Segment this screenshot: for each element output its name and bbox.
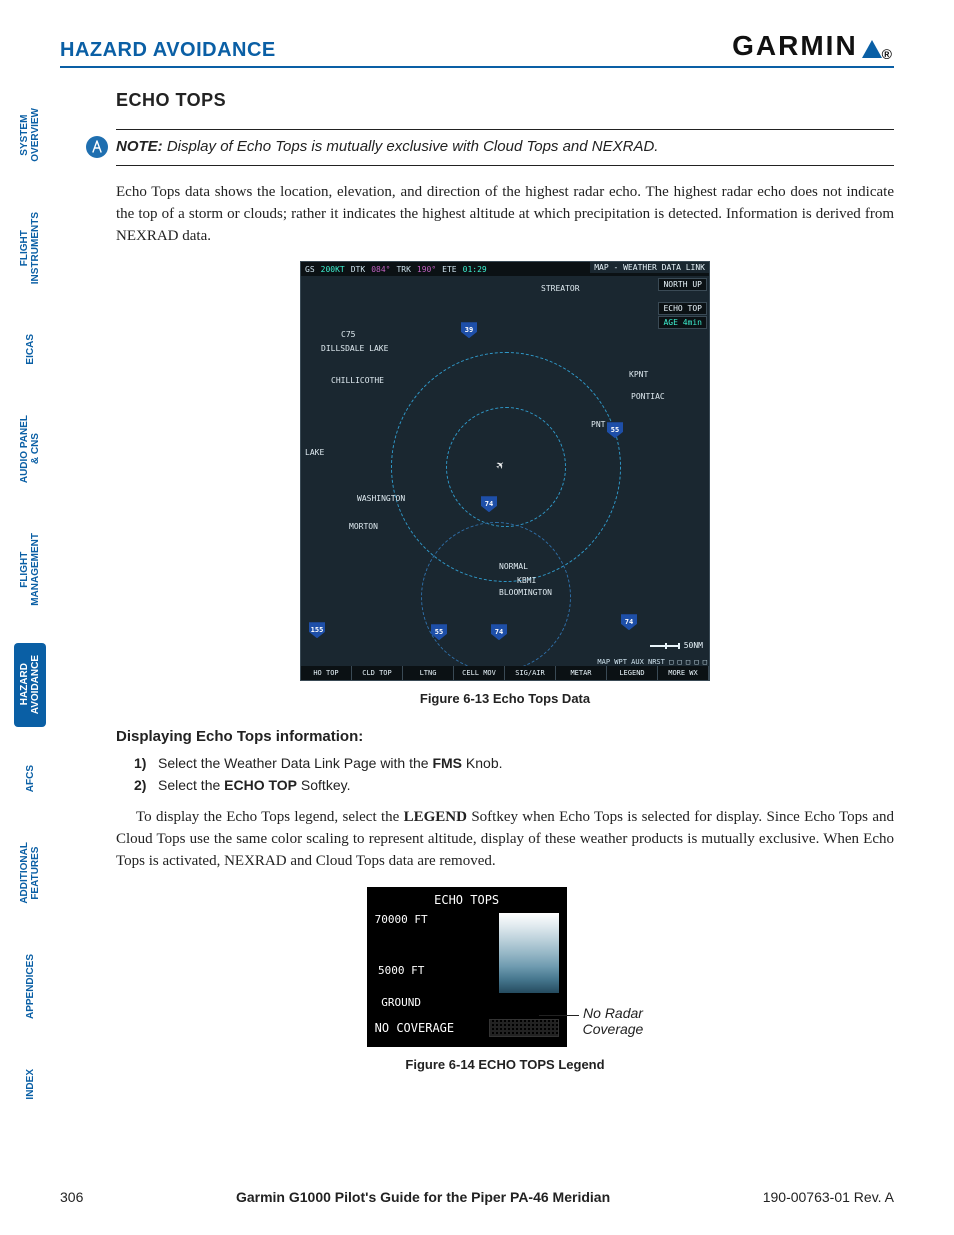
note-icon: [86, 136, 108, 158]
legend-top: 70000 FT: [375, 913, 428, 926]
figure-echo-tops-legend: ECHO TOPS 70000 FT 5000 FT GROUND NO COV…: [116, 887, 894, 1072]
figure-6-13-caption: Figure 6-13 Echo Tops Data: [116, 691, 894, 706]
softkey-row: HO TOP CLD TOP LTNG CELL MOV SIG/AIR MET…: [301, 666, 709, 680]
step-1: 1)Select the Weather Data Link Page with…: [134, 755, 894, 771]
tab-index[interactable]: INDEX: [14, 1057, 46, 1112]
tab-additional-features[interactable]: ADDITIONAL FEATURES: [14, 830, 46, 916]
city-morton: MORTON: [349, 522, 378, 531]
section-title: HAZARD AVOIDANCE: [60, 39, 276, 62]
tab-audio-panel-cns[interactable]: AUDIO PANEL & CNS: [14, 403, 46, 495]
legend-ground: GROUND: [375, 996, 428, 1009]
procedure-heading: Displaying Echo Tops information:: [116, 728, 894, 745]
hwy-74b: 74: [621, 614, 637, 630]
layer-badge: ECHO TOP: [658, 302, 707, 315]
brand-text: GARMIN: [732, 30, 858, 62]
sk-more-wx[interactable]: MORE WX: [658, 666, 709, 680]
tab-flight-instruments[interactable]: FLIGHT INSTRUMENTS: [14, 200, 46, 296]
note-block: NOTE: Display of Echo Tops is mutually e…: [116, 129, 894, 166]
legend-mid: 5000 FT: [375, 964, 428, 977]
tab-system-overview[interactable]: SYSTEM OVERVIEW: [14, 96, 46, 174]
city-pnt: PNT: [591, 420, 605, 429]
age-badge: AGE 4min: [658, 316, 707, 329]
tab-hazard-avoidance[interactable]: HAZARD AVOIDANCE: [14, 643, 46, 726]
tab-afcs[interactable]: AFCS: [14, 753, 46, 804]
sk-sig-air[interactable]: SIG/AIR: [505, 666, 556, 680]
tab-appendices[interactable]: APPENDICES: [14, 942, 46, 1031]
city-washington: WASHINGTON: [357, 494, 405, 503]
map-title: MAP - WEATHER DATA LINK: [590, 262, 709, 273]
paragraph-1: Echo Tops data shows the location, eleva…: [116, 182, 894, 247]
city-normal: NORMAL: [499, 562, 528, 571]
guide-title: Garmin G1000 Pilot's Guide for the Piper…: [236, 1189, 610, 1205]
figure-6-14-caption: Figure 6-14 ECHO TOPS Legend: [116, 1057, 894, 1072]
city-lake: LAKE: [305, 448, 324, 457]
paragraph-2: To display the Echo Tops legend, select …: [116, 807, 894, 872]
tab-eicas[interactable]: EICAS: [14, 322, 46, 377]
sk-metar[interactable]: METAR: [556, 666, 607, 680]
page-header: HAZARD AVOIDANCE GARMIN ®: [60, 30, 894, 68]
map-display: GS200KT DTK084° TRK190° ETE01:29 MAP - W…: [300, 261, 710, 681]
note-body: Display of Echo Tops is mutually exclusi…: [167, 138, 659, 155]
city-chillicothe: CHILLICOTHE: [331, 376, 384, 385]
city-dillsdale: DILLSDALE LAKE: [321, 344, 388, 353]
legend-box: ECHO TOPS 70000 FT 5000 FT GROUND NO COV…: [367, 887, 567, 1047]
sk-cell-mov[interactable]: CELL MOV: [454, 666, 505, 680]
range-ring-aux: [421, 522, 571, 672]
city-kbmi: KBMI: [517, 576, 536, 585]
page-number: 306: [60, 1189, 83, 1205]
note-label: NOTE:: [116, 138, 163, 155]
sk-ltng[interactable]: LTNG: [403, 666, 454, 680]
content: ECHO TOPS NOTE: Display of Echo Tops is …: [116, 90, 894, 1072]
figure-echo-tops-data: GS200KT DTK084° TRK190° ETE01:29 MAP - W…: [116, 261, 894, 706]
city-c75: C75: [341, 330, 355, 339]
no-coverage-swatch: [489, 1019, 559, 1037]
page-footer: 306 Garmin G1000 Pilot's Guide for the P…: [60, 1189, 894, 1205]
hwy-39: 39: [461, 322, 477, 338]
no-radar-callout: No Radar Coverage: [583, 1005, 644, 1037]
procedure-steps: 1)Select the Weather Data Link Page with…: [134, 755, 894, 793]
tab-flight-management[interactable]: FLIGHT MANAGEMENT: [14, 521, 46, 618]
city-bloomington: BLOOMINGTON: [499, 588, 552, 597]
city-kpnt: KPNT: [629, 370, 648, 379]
sk-echo-top[interactable]: HO TOP: [301, 666, 352, 680]
city-pontiac: PONTIAC: [631, 392, 665, 401]
brand-logo: GARMIN ®: [732, 30, 894, 62]
side-tabs: SYSTEM OVERVIEW FLIGHT INSTRUMENTS EICAS…: [14, 96, 46, 1111]
legend-nocov: NO COVERAGE: [375, 1021, 454, 1035]
map-aux-bar: MAP WPT AUX NRST □ □ □ □ □: [597, 658, 707, 666]
doc-revision: 190-00763-01 Rev. A: [763, 1189, 894, 1205]
sk-cld-top[interactable]: CLD TOP: [352, 666, 403, 680]
sk-legend[interactable]: LEGEND: [607, 666, 658, 680]
north-up-badge: NORTH UP: [658, 278, 707, 291]
city-streator: STREATOR: [541, 284, 580, 293]
note-text: NOTE: Display of Echo Tops is mutually e…: [116, 138, 658, 155]
garmin-delta-icon: [862, 40, 882, 62]
hwy-155: 155: [309, 622, 325, 638]
legend-gradient: [499, 913, 559, 993]
map-scale: 50NM: [650, 641, 703, 650]
step-2: 2)Select the ECHO TOP Softkey.: [134, 777, 894, 793]
legend-title: ECHO TOPS: [375, 893, 559, 907]
topic-heading: ECHO TOPS: [116, 90, 894, 111]
